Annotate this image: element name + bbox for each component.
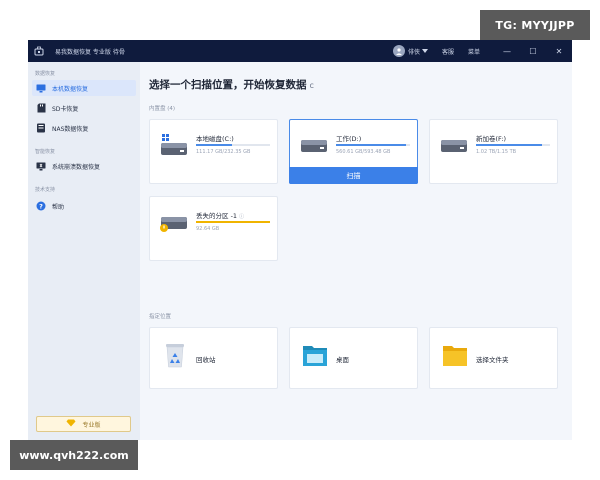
sidebar-group-recovery: 数据恢复: [35, 71, 56, 77]
svg-text:?: ?: [39, 202, 43, 210]
drive-size: 111.17 GB/232.35 GB: [196, 149, 251, 155]
info-icon[interactable]: ⓘ: [239, 214, 244, 220]
locations-section-label: 指定位置: [149, 314, 172, 320]
lost-drive-icon: [160, 211, 188, 232]
drive-usage-bar: [476, 144, 550, 146]
scan-button[interactable]: 扫描: [289, 167, 418, 184]
desktop-icon: [302, 344, 328, 368]
sidebar-item-help[interactable]: ? 帮助: [32, 198, 136, 214]
location-name: 选择文件夹: [476, 356, 509, 364]
main-panel: 选择一个扫描位置，开始恢复数据 c 内置盘 (4) 本地磁盘(C:) 111.17…: [140, 62, 572, 440]
drives-section-label: 内置盘 (4): [149, 104, 175, 112]
user-name[interactable]: 俳侠: [408, 47, 420, 56]
sidebar-item-sd-card[interactable]: SD卡恢复: [32, 100, 136, 116]
app-title: 易我数据恢复 专业版 待骨: [55, 48, 125, 56]
support-link[interactable]: 客服: [442, 47, 454, 56]
sidebar-item-label: SD卡恢复: [52, 105, 79, 113]
watermark-top: TG: MYYJJPP: [480, 10, 590, 40]
pro-edition-label: 专业版: [82, 421, 101, 429]
drive-name-text: 丢失的分区 -1: [196, 212, 238, 220]
sidebar-group-support: 技术支持: [35, 187, 56, 193]
drive-size: 560.61 GB/593.48 GB: [336, 149, 391, 155]
monitor-icon: [36, 83, 46, 93]
drive-name: 工作(D:): [336, 135, 362, 143]
drive-name: 本地磁盘(C:): [196, 135, 234, 143]
sidebar-item-label: 系统崩溃数据恢复: [52, 163, 101, 171]
drive-card-d[interactable]: 工作(D:) 560.61 GB/593.48 GB 扫描: [289, 119, 418, 184]
drives-count: (4): [167, 106, 176, 112]
page-title-text: 选择一个扫描位置，开始恢复数据: [149, 79, 307, 91]
sd-card-icon: [36, 103, 46, 113]
sidebar-group-smart: 智能恢复: [35, 149, 56, 155]
location-card-choose-folder[interactable]: 选择文件夹: [429, 327, 558, 389]
drive-usage-bar: [196, 144, 270, 146]
app-logo-icon: [33, 45, 45, 57]
drive-card-f[interactable]: 新加卷(F:) 1.02 TB/1.15 TB: [429, 119, 558, 184]
drive-card-lost-partition[interactable]: 丢失的分区 -1 ⓘ 92.64 GB: [149, 196, 278, 261]
recycle-bin-icon: [162, 344, 188, 368]
location-card-desktop[interactable]: 桌面: [289, 327, 418, 389]
drive-card-c[interactable]: 本地磁盘(C:) 111.17 GB/232.35 GB: [149, 119, 278, 184]
title-bar: 易我数据恢复 专业版 待骨 俳侠 客服 菜单 — ☐ ✕: [28, 40, 572, 62]
maximize-button[interactable]: ☐: [520, 40, 546, 62]
drive-usage-fill: [336, 144, 406, 146]
close-button[interactable]: ✕: [546, 40, 572, 62]
watermark-bottom: www.qvh222.com: [10, 440, 138, 470]
drive-name: 新加卷(F:): [476, 135, 506, 143]
location-card-recycle-bin[interactable]: 回收站: [149, 327, 278, 389]
drive-size: 1.02 TB/1.15 TB: [476, 149, 517, 155]
drive-usage-bar: [196, 221, 270, 223]
sidebar-item-system-crash[interactable]: 系统崩溃数据恢复: [32, 158, 136, 174]
diamond-icon: [66, 419, 76, 429]
location-name: 回收站: [196, 356, 216, 364]
drive-usage-fill: [196, 221, 270, 223]
minimize-button[interactable]: —: [494, 40, 520, 62]
drive-name: 丢失的分区 -1 ⓘ: [196, 210, 244, 220]
app-window: 易我数据恢复 专业版 待骨 俳侠 客服 菜单 — ☐ ✕ 数据恢复 本机数据恢复…: [28, 40, 572, 440]
help-icon: ?: [36, 201, 46, 211]
screenshot: TG: MYYJJPP 易我数据恢复 专业版 待骨 俳侠 客服 菜单 — ☐ ✕: [0, 0, 600, 480]
sidebar: 数据恢复 本机数据恢复 SD卡恢复 NAS数据恢复 智能恢复 系统崩溃数据恢复 …: [28, 62, 140, 440]
drive-usage-fill: [196, 144, 232, 146]
page-title: 选择一个扫描位置，开始恢复数据 c: [149, 77, 314, 92]
sidebar-item-local-recovery[interactable]: 本机数据恢复: [32, 80, 136, 96]
menu-link[interactable]: 菜单: [468, 47, 480, 56]
sidebar-item-label: 本机数据恢复: [52, 85, 89, 93]
sidebar-item-label: NAS数据恢复: [52, 125, 89, 133]
chevron-down-icon[interactable]: [421, 49, 428, 53]
sidebar-item-nas[interactable]: NAS数据恢复: [32, 120, 136, 136]
pro-edition-button[interactable]: 专业版: [36, 416, 131, 432]
location-name: 桌面: [336, 356, 349, 364]
system-crash-icon: [36, 161, 46, 171]
drives-section-title: 内置盘: [149, 106, 166, 112]
drive-usage-fill: [476, 144, 542, 146]
user-avatar[interactable]: [392, 45, 405, 57]
drive-size: 92.64 GB: [196, 226, 220, 232]
drive-icon: [440, 134, 468, 154]
refresh-icon[interactable]: c: [310, 81, 314, 90]
folder-icon: [442, 344, 468, 368]
sidebar-item-label: 帮助: [52, 203, 65, 211]
drive-icon: [300, 134, 328, 154]
windows-drive-icon: [160, 134, 188, 155]
nas-icon: [36, 123, 46, 133]
drive-usage-bar: [336, 144, 410, 146]
